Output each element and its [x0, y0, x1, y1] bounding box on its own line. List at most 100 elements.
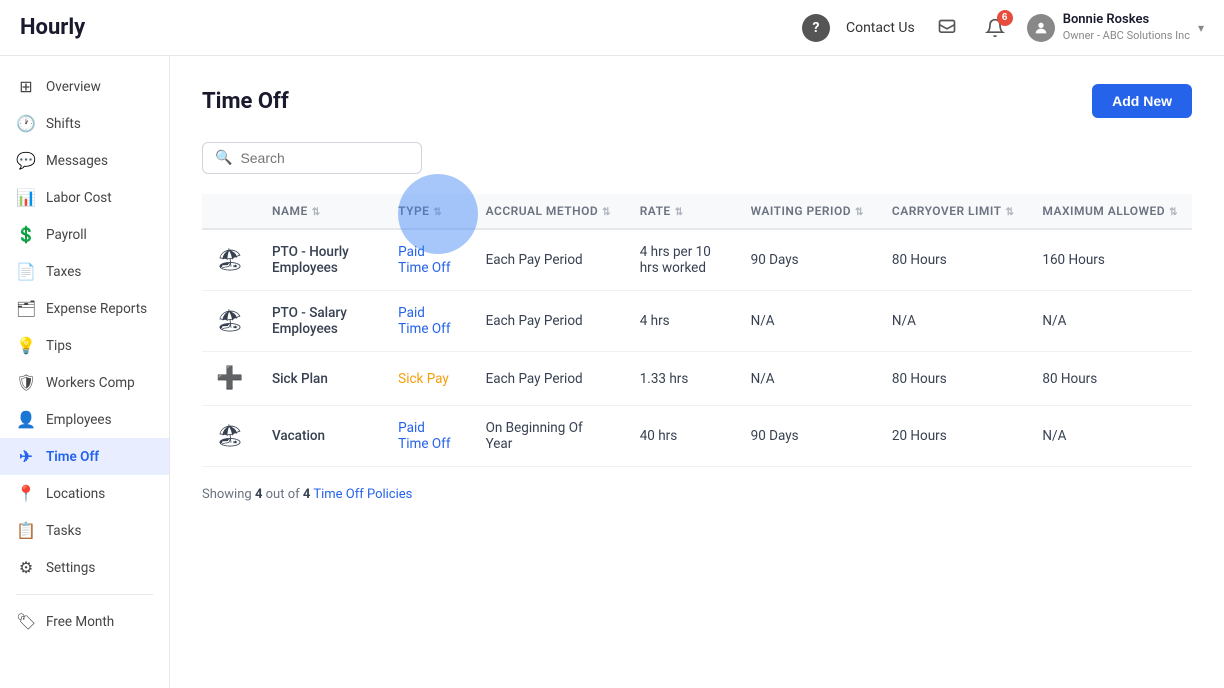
time-off-table-container: NAME⇅TYPE⇅ACCRUAL METHOD⇅RATE⇅WAITING PE…	[202, 194, 1192, 467]
col-type[interactable]: TYPE⇅	[384, 194, 471, 229]
row-rate: 4 hrs per 10 hrs worked	[626, 229, 737, 291]
add-new-button[interactable]: Add New	[1092, 84, 1192, 118]
sidebar-label-messages: Messages	[46, 153, 108, 169]
user-org: Owner - ABC Solutions Inc	[1063, 29, 1190, 43]
sidebar: ⊞Overview 🕐 Shifts 💬 Messages 📊 Labor Cost 💲Pay…	[0, 56, 170, 688]
main-content: Time Off Add New 🔍 NAME⇅TYPE⇅ACCRUAL MET…	[170, 56, 1224, 688]
row-waiting-period: N/A	[737, 352, 878, 406]
sidebar-icon-expense-reports: 🗂	[16, 299, 36, 318]
sidebar-item-overview[interactable]: ⊞Overview	[0, 68, 169, 105]
col-maximum_allowed[interactable]: MAXIMUM ALLOWED⇅	[1028, 194, 1192, 229]
row-waiting-period: N/A	[737, 291, 878, 352]
row-type: Paid Time Off	[384, 406, 471, 467]
sidebar-item-settings[interactable]: ⚙Settings	[0, 549, 169, 586]
sidebar-label-overview: Overview	[46, 79, 101, 95]
sidebar-label-taxes: Taxes	[46, 264, 81, 280]
sidebar-item-shifts[interactable]: 🕐 Shifts	[0, 105, 169, 142]
user-name: Bonnie Roskes	[1063, 12, 1190, 29]
user-avatar	[1027, 14, 1055, 42]
sidebar-item-free-month[interactable]: 🏷Free Month	[0, 603, 169, 640]
sidebar-icon-payroll: 💲	[16, 225, 36, 244]
sidebar-item-taxes[interactable]: 📄Taxes	[0, 253, 169, 290]
main-layout: ⊞Overview 🕐 Shifts 💬 Messages 📊 Labor Cost 💲Pay…	[0, 56, 1224, 688]
user-menu[interactable]: Bonnie Roskes Owner - ABC Solutions Inc …	[1027, 12, 1204, 43]
col-name[interactable]: NAME⇅	[258, 194, 384, 229]
row-name: Vacation	[258, 406, 384, 467]
time-off-table: NAME⇅TYPE⇅ACCRUAL METHOD⇅RATE⇅WAITING PE…	[202, 194, 1192, 467]
row-maximum-allowed: N/A	[1028, 291, 1192, 352]
messages-button[interactable]	[931, 12, 963, 44]
row-rate: 40 hrs	[626, 406, 737, 467]
col-rate[interactable]: RATE⇅	[626, 194, 737, 229]
app-logo: Hourly	[20, 15, 85, 40]
row-waiting-period: 90 Days	[737, 229, 878, 291]
sidebar-item-messages[interactable]: 💬 Messages	[0, 142, 169, 179]
user-info: Bonnie Roskes Owner - ABC Solutions Inc	[1063, 12, 1190, 43]
row-carryover-limit: 80 Hours	[878, 229, 1029, 291]
app-header: Hourly ? Contact Us 6 Bonnie Roskes Owne…	[0, 0, 1224, 56]
row-carryover-limit: N/A	[878, 291, 1029, 352]
sidebar-item-labor-cost[interactable]: 📊 Labor Cost	[0, 179, 169, 216]
row-type: Sick Pay	[384, 352, 471, 406]
contact-us-link[interactable]: Contact Us	[846, 20, 915, 36]
table-row[interactable]: 🏖PTO - Salary EmployeesPaid Time OffEach…	[202, 291, 1192, 352]
row-icon-cell: 🏖	[202, 406, 258, 467]
sidebar-label-workers-comp: Workers Comp	[46, 375, 135, 391]
sidebar-icon-tasks: 📋	[16, 521, 36, 540]
sidebar-icon-labor-cost: 📊	[16, 188, 36, 207]
row-accrual-method: Each Pay Period	[472, 352, 626, 406]
search-icon: 🔍	[215, 150, 232, 166]
row-maximum-allowed: 80 Hours	[1028, 352, 1192, 406]
row-icon-cell: ➕	[202, 352, 258, 406]
sidebar-icon-free-month: 🏷	[16, 612, 36, 631]
sidebar-item-expense-reports[interactable]: 🗂 Expense Reports	[0, 290, 169, 327]
table-row[interactable]: 🏖PTO - Hourly EmployeesPaid Time OffEach…	[202, 229, 1192, 291]
sidebar-item-payroll[interactable]: 💲Payroll	[0, 216, 169, 253]
sidebar-label-shifts: Shifts	[46, 116, 81, 132]
sidebar-label-employees: Employees	[46, 412, 112, 428]
col-accrual_method[interactable]: ACCRUAL METHOD⇅	[472, 194, 626, 229]
sidebar-label-locations: Locations	[46, 486, 105, 502]
row-icon: ➕	[216, 366, 243, 391]
row-accrual-method: On Beginning Of Year	[472, 406, 626, 467]
header-right: ? Contact Us 6 Bonnie Roskes Owner - ABC…	[802, 12, 1204, 44]
col-icon	[202, 194, 258, 229]
sidebar-item-employees[interactable]: 👤Employees	[0, 401, 169, 438]
sidebar-icon-shifts: 🕐	[16, 114, 36, 133]
footer-count: Showing 4 out of 4 Time Off Policies	[202, 487, 1192, 502]
table-row[interactable]: ➕ Sick PlanSick PayEach Pay Period1.33 hr…	[202, 352, 1192, 406]
sidebar-label-labor-cost: Labor Cost	[46, 190, 112, 206]
notifications-button[interactable]: 6	[979, 12, 1011, 44]
user-chevron: ▾	[1198, 21, 1204, 35]
sidebar-label-time-off: Time Off	[46, 449, 99, 465]
sidebar-icon-messages: 💬	[16, 151, 36, 170]
row-maximum-allowed: N/A	[1028, 406, 1192, 467]
row-icon: 🏖	[216, 248, 244, 273]
row-carryover-limit: 80 Hours	[878, 352, 1029, 406]
col-waiting_period[interactable]: WAITING PERIOD⇅	[737, 194, 878, 229]
sidebar-item-workers-comp[interactable]: 🛡Workers Comp	[0, 364, 169, 401]
row-rate: 1.33 hrs	[626, 352, 737, 406]
page-title-row: Time Off Add New	[202, 84, 1192, 118]
help-icon[interactable]: ?	[802, 14, 830, 42]
search-input[interactable]	[240, 150, 409, 166]
row-name: PTO - Salary Employees	[258, 291, 384, 352]
sidebar-item-tasks[interactable]: 📋 Tasks	[0, 512, 169, 549]
sidebar-label-tasks: Tasks	[46, 523, 81, 539]
row-name: Sick Plan	[258, 352, 384, 406]
sidebar-item-locations[interactable]: 📍Locations	[0, 475, 169, 512]
row-name: PTO - Hourly Employees	[258, 229, 384, 291]
row-rate: 4 hrs	[626, 291, 737, 352]
row-icon-cell: 🏖	[202, 291, 258, 352]
sidebar-label-settings: Settings	[46, 560, 95, 576]
table-row[interactable]: 🏖 VacationPaid Time OffOn Beginning Of Ye…	[202, 406, 1192, 467]
sidebar-item-tips[interactable]: 💡Tips	[0, 327, 169, 364]
col-carryover_limit[interactable]: CARRYOVER LIMIT⇅	[878, 194, 1029, 229]
sidebar-item-time-off[interactable]: ✈Time Off	[0, 438, 169, 475]
search-bar: 🔍	[202, 142, 422, 174]
sidebar-label-tips: Tips	[46, 338, 72, 354]
row-icon: 🏖	[216, 424, 244, 449]
row-maximum-allowed: 160 Hours	[1028, 229, 1192, 291]
sidebar-label-expense-reports: Expense Reports	[46, 301, 147, 317]
row-type: Paid Time Off	[384, 291, 471, 352]
